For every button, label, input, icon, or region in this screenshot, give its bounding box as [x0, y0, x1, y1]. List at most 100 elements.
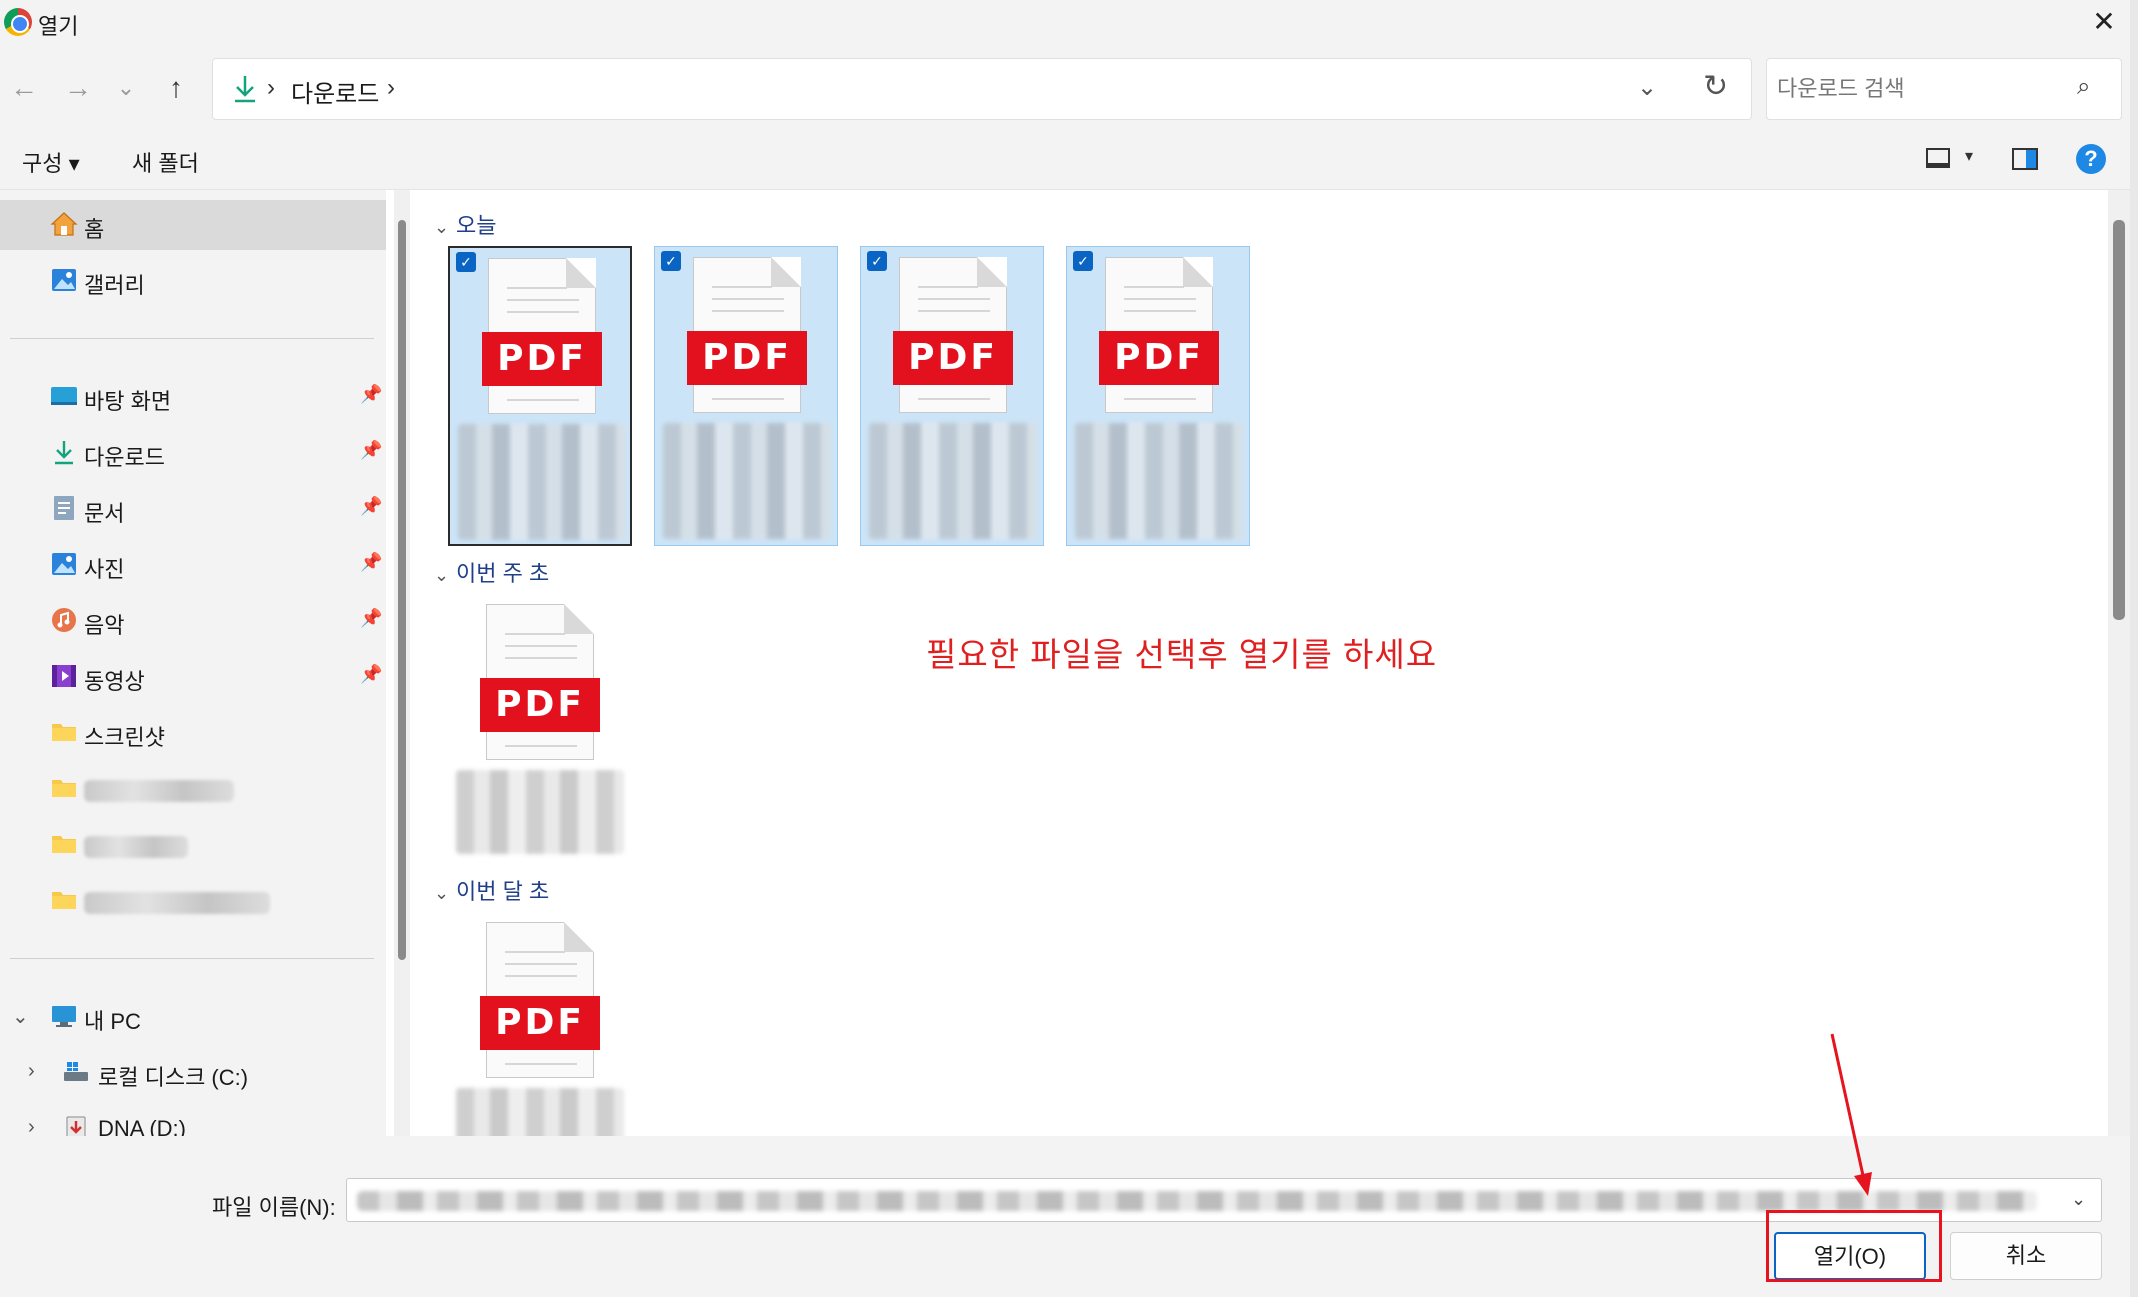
collapse-chevron-icon[interactable]: ⌄	[434, 565, 456, 586]
close-icon[interactable]: ✕	[2086, 4, 2122, 40]
sidebar-item-screenshots[interactable]: 스크린샷	[0, 708, 386, 758]
pictures-icon	[52, 553, 76, 575]
sidebar-item-music[interactable]: 음악 📌	[0, 596, 386, 646]
sidebar-item-videos[interactable]: 동영상 📌	[0, 652, 386, 702]
file-list-scrollbar[interactable]	[2108, 190, 2130, 1136]
breadcrumb-separator[interactable]: ›	[387, 74, 395, 102]
filename-history-chevron-icon[interactable]: ⌄	[2071, 1189, 2086, 1210]
group-header-this-month[interactable]: ⌄ 이번 달 초	[434, 874, 549, 906]
cancel-button[interactable]: 취소	[1950, 1232, 2102, 1280]
pdf-file-icon: PDF	[480, 922, 600, 1082]
sidebar-item-pictures[interactable]: 사진 📌	[0, 540, 386, 590]
sidebar-item-downloads[interactable]: 다운로드 📌	[0, 428, 386, 478]
preview-pane-icon[interactable]	[2012, 148, 2038, 170]
redacted-folder-name	[84, 892, 270, 914]
title-bar: 열기 ✕	[0, 0, 2138, 46]
file-tile[interactable]: PDF	[448, 912, 632, 1136]
breadcrumb-separator[interactable]: ›	[267, 74, 275, 102]
expand-chevron-icon[interactable]: ⌄	[12, 1004, 29, 1029]
home-icon	[50, 212, 78, 236]
pin-icon[interactable]: 📌	[360, 664, 382, 685]
sidebar-item-home[interactable]: 홈	[0, 200, 386, 250]
pin-icon[interactable]: 📌	[360, 384, 382, 405]
pin-icon[interactable]: 📌	[360, 608, 382, 629]
group-header-label: 이번 달 초	[456, 879, 550, 904]
sidebar-item-label: 로컬 디스크 (C:)	[98, 1065, 249, 1090]
view-mode-chevron-icon[interactable]: ▾	[1965, 146, 1973, 166]
expand-chevron-icon[interactable]: ›	[28, 1116, 35, 1136]
pdf-file-icon: PDF	[687, 257, 807, 417]
computer-icon	[52, 1006, 76, 1027]
recent-locations-chevron-icon[interactable]: ⌄	[108, 70, 144, 106]
removable-drive-icon	[66, 1116, 86, 1136]
search-input[interactable]	[1777, 71, 2067, 107]
sidebar-item-label: 다운로드	[84, 445, 165, 470]
sidebar-item-label: 사진	[84, 557, 125, 582]
file-tile[interactable]: ✓ PDF	[1066, 246, 1250, 546]
file-tile[interactable]: PDF	[448, 594, 632, 894]
address-bar[interactable]: › 다운로드 › ⌄ ↻	[212, 58, 1752, 120]
search-icon[interactable]: ⌕	[2077, 73, 2090, 101]
redacted-file-name	[456, 1088, 624, 1136]
forward-arrow-icon[interactable]: →	[60, 70, 96, 106]
pdf-badge-label: PDF	[482, 332, 602, 386]
group-header-this-week[interactable]: ⌄ 이번 주 초	[434, 556, 549, 588]
sidebar-divider	[10, 958, 374, 959]
sidebar-item-label: 문서	[84, 501, 125, 526]
sidebar-scrollbar[interactable]	[394, 190, 410, 1136]
sidebar-item-folder[interactable]	[0, 876, 386, 926]
checkbox-checked-icon[interactable]: ✓	[456, 252, 476, 272]
expand-chevron-icon[interactable]: ›	[28, 1060, 35, 1083]
sidebar-item-gallery[interactable]: 갤러리	[0, 256, 386, 306]
sidebar-item-folder[interactable]	[0, 820, 386, 870]
folder-icon	[52, 892, 76, 909]
folder-icon	[52, 780, 76, 797]
open-button-highlight	[1766, 1210, 1942, 1282]
breadcrumb-downloads[interactable]: 다운로드	[291, 74, 379, 109]
group-header-label: 이번 주 초	[456, 561, 550, 586]
window-title: 열기	[38, 14, 79, 39]
pin-icon[interactable]: 📌	[360, 496, 382, 517]
pin-icon[interactable]: 📌	[360, 440, 382, 461]
pdf-file-icon: PDF	[480, 604, 600, 764]
new-folder-button[interactable]: 새 폴더	[132, 146, 199, 178]
redacted-filename-value	[357, 1191, 2037, 1211]
file-tile[interactable]: ✓ PDF	[448, 246, 632, 546]
up-arrow-icon[interactable]: ↑	[158, 70, 194, 106]
checkbox-checked-icon[interactable]: ✓	[1073, 251, 1093, 271]
sidebar-item-folder[interactable]	[0, 764, 386, 814]
address-history-chevron-icon[interactable]: ⌄	[1637, 73, 1657, 102]
pdf-file-icon: PDF	[1099, 257, 1219, 417]
redacted-file-name	[869, 423, 1037, 539]
file-list-view: ⌄ 오늘 ✓ PDF ✓ PDF ✓ PDF ✓ PDF ⌄ 이번 주 초 PD…	[418, 190, 2108, 1136]
checkbox-checked-icon[interactable]: ✓	[867, 251, 887, 271]
sidebar-item-drive-c[interactable]: › 로컬 디스크 (C:)	[0, 1048, 386, 1098]
desktop-icon	[51, 387, 77, 405]
sidebar-item-this-pc[interactable]: ⌄ 내 PC	[0, 992, 386, 1042]
sidebar-item-drive-d[interactable]: › DNA (D:)	[0, 1104, 386, 1136]
video-icon	[52, 665, 76, 687]
refresh-icon[interactable]: ↻	[1703, 69, 1728, 104]
back-arrow-icon[interactable]: ←	[6, 70, 42, 106]
sidebar-item-documents[interactable]: 문서 📌	[0, 484, 386, 534]
annotation-arrow-icon	[1830, 1033, 1872, 1196]
search-box[interactable]: ⌕	[1766, 58, 2122, 120]
sidebar-item-label: 내 PC	[84, 1009, 141, 1034]
pin-icon[interactable]: 📌	[360, 552, 382, 573]
organize-menu-button[interactable]: 구성 ▾	[22, 146, 80, 178]
gallery-icon	[52, 269, 76, 291]
folder-icon	[52, 836, 76, 853]
pdf-file-icon: PDF	[893, 257, 1013, 417]
checkbox-checked-icon[interactable]: ✓	[661, 251, 681, 271]
collapse-chevron-icon[interactable]: ⌄	[434, 883, 456, 904]
file-list-scrollbar-thumb[interactable]	[2113, 220, 2125, 620]
collapse-chevron-icon[interactable]: ⌄	[434, 217, 456, 238]
sidebar-scrollbar-thumb[interactable]	[398, 220, 406, 960]
help-icon[interactable]: ?	[2076, 144, 2106, 174]
redacted-file-name	[456, 770, 624, 854]
view-mode-icon[interactable]	[1926, 148, 1950, 168]
file-tile[interactable]: ✓ PDF	[860, 246, 1044, 546]
sidebar-item-desktop[interactable]: 바탕 화면 📌	[0, 372, 386, 422]
file-tile[interactable]: ✓ PDF	[654, 246, 838, 546]
group-header-today[interactable]: ⌄ 오늘	[434, 208, 496, 240]
